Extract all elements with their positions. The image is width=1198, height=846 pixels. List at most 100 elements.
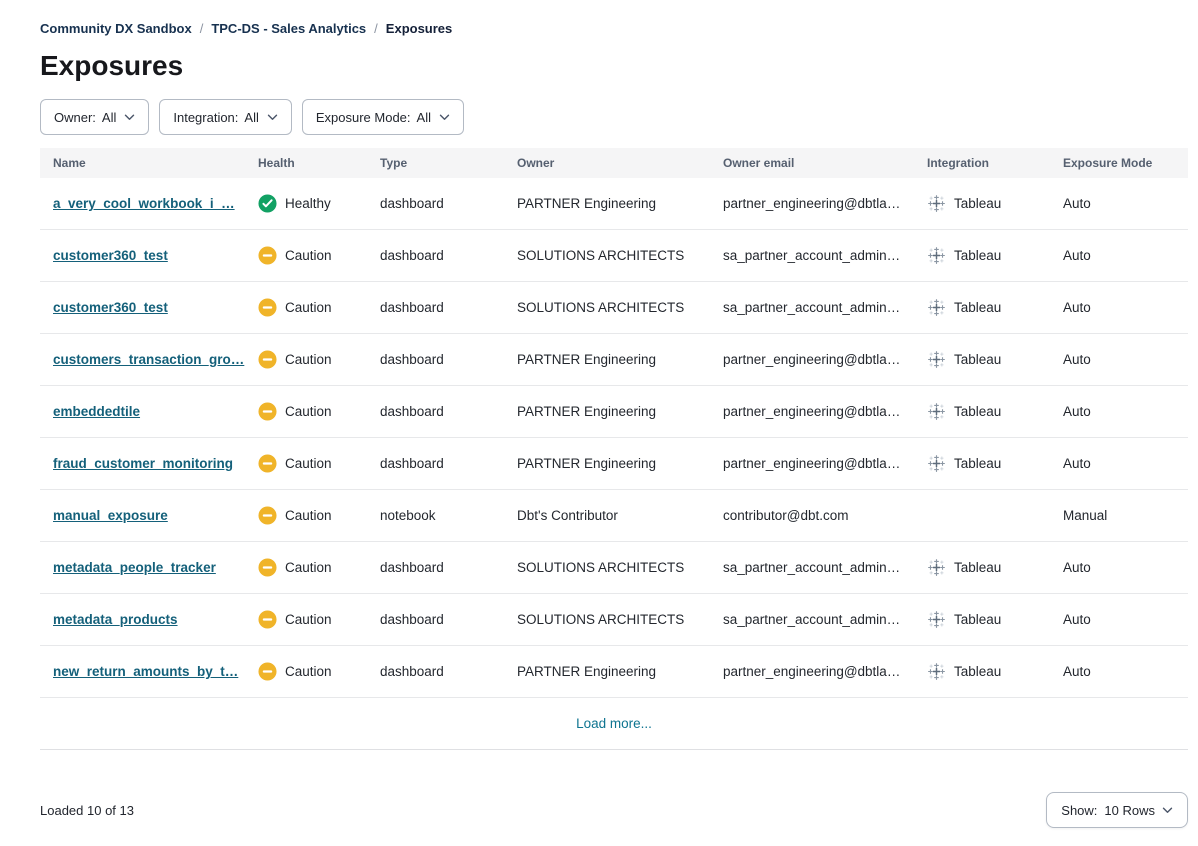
table-row: customer360_test Caution dashboard SOLUT… bbox=[40, 230, 1188, 282]
caution-minus-icon bbox=[258, 402, 277, 421]
show-value: 10 Rows bbox=[1104, 803, 1155, 818]
exposure-name-link[interactable]: embeddedtile bbox=[53, 404, 140, 419]
caution-minus-icon bbox=[258, 662, 277, 681]
exposure-name-link[interactable]: metadata_people_tracker bbox=[53, 560, 216, 575]
loaded-count: Loaded 10 of 13 bbox=[40, 803, 134, 818]
health-label: Caution bbox=[285, 508, 332, 523]
column-header: Health bbox=[245, 156, 367, 170]
integration-label: Tableau bbox=[954, 664, 1001, 679]
exposure-mode-cell: Auto bbox=[1050, 664, 1188, 679]
owner-cell: Dbt's Contributor bbox=[504, 508, 710, 523]
type-cell: dashboard bbox=[367, 248, 504, 263]
exposure-name-link[interactable]: a_very_cool_workbook_i_… bbox=[53, 196, 235, 211]
owner-cell: SOLUTIONS ARCHITECTS bbox=[504, 560, 710, 575]
table-row: a_very_cool_workbook_i_… Healthy dashboa… bbox=[40, 178, 1188, 230]
type-cell: dashboard bbox=[367, 404, 504, 419]
caution-minus-icon bbox=[258, 350, 277, 369]
type-cell: dashboard bbox=[367, 612, 504, 627]
column-header: Integration bbox=[914, 156, 1050, 170]
health-label: Caution bbox=[285, 612, 332, 627]
breadcrumb-separator: / bbox=[200, 21, 204, 36]
owner-email-cell: partner_engineering@dbtla… bbox=[710, 404, 914, 419]
owner-email-cell: partner_engineering@dbtla… bbox=[710, 664, 914, 679]
chevron-down-icon bbox=[124, 114, 135, 121]
type-cell: dashboard bbox=[367, 456, 504, 471]
filters-bar: Owner: All Integration: All Exposure Mod… bbox=[40, 99, 1188, 135]
exposures-page: Community DX Sandbox / TPC-DS - Sales Anal… bbox=[40, 0, 1188, 828]
filter-label: Exposure Mode: bbox=[316, 110, 411, 125]
exposure-mode-cell: Manual bbox=[1050, 508, 1188, 523]
caution-minus-icon bbox=[258, 246, 277, 265]
breadcrumb-item[interactable]: Community DX Sandbox bbox=[40, 21, 192, 36]
health-label: Healthy bbox=[285, 196, 331, 211]
healthy-check-icon bbox=[258, 194, 277, 213]
table-row: metadata_products Caution dashboard SOLU… bbox=[40, 594, 1188, 646]
exposure-name-link[interactable]: manual_exposure bbox=[53, 508, 168, 523]
exposure-name-link[interactable]: customer360_test bbox=[53, 248, 168, 263]
integration-cell: Tableau bbox=[914, 194, 1050, 213]
type-cell: dashboard bbox=[367, 352, 504, 367]
health-label: Caution bbox=[285, 404, 332, 419]
filter-integration-dropdown[interactable]: Integration: All bbox=[159, 99, 292, 135]
integration-cell: Tableau bbox=[914, 610, 1050, 629]
health-label: Caution bbox=[285, 248, 332, 263]
tableau-icon bbox=[927, 402, 946, 421]
filter-exposure-mode-dropdown[interactable]: Exposure Mode: All bbox=[302, 99, 464, 135]
integration-label: Tableau bbox=[954, 404, 1001, 419]
exposure-mode-cell: Auto bbox=[1050, 560, 1188, 575]
table-row: metadata_people_tracker Caution dashboar… bbox=[40, 542, 1188, 594]
tableau-icon bbox=[927, 558, 946, 577]
column-header: Exposure Mode bbox=[1050, 156, 1188, 170]
exposure-name-link[interactable]: customer360_test bbox=[53, 300, 168, 315]
integration-cell: Tableau bbox=[914, 402, 1050, 421]
filter-owner-dropdown[interactable]: Owner: All bbox=[40, 99, 149, 135]
exposure-name-link[interactable]: metadata_products bbox=[53, 612, 178, 627]
caution-minus-icon bbox=[258, 558, 277, 577]
exposure-mode-cell: Auto bbox=[1050, 352, 1188, 367]
owner-cell: PARTNER Engineering bbox=[504, 456, 710, 471]
caution-minus-icon bbox=[258, 298, 277, 317]
load-more-link[interactable]: Load more... bbox=[576, 716, 652, 731]
integration-label: Tableau bbox=[954, 612, 1001, 627]
integration-cell: Tableau bbox=[914, 662, 1050, 681]
breadcrumb-item[interactable]: TPC-DS - Sales Analytics bbox=[211, 21, 366, 36]
column-header: Owner bbox=[504, 156, 710, 170]
column-header: Owner email bbox=[710, 156, 914, 170]
column-header: Type bbox=[367, 156, 504, 170]
health-label: Caution bbox=[285, 560, 332, 575]
exposure-name-link[interactable]: new_return_amounts_by_t… bbox=[53, 664, 238, 679]
chevron-down-icon bbox=[267, 114, 278, 121]
exposure-name-link[interactable]: fraud_customer_monitoring bbox=[53, 456, 233, 471]
integration-cell: Tableau bbox=[914, 454, 1050, 473]
footer-bar: Loaded 10 of 13 Show: 10 Rows bbox=[40, 792, 1188, 828]
owner-email-cell: sa_partner_account_admin… bbox=[710, 300, 914, 315]
owner-email-cell: contributor@dbt.com bbox=[710, 508, 914, 523]
tableau-icon bbox=[927, 246, 946, 265]
exposure-mode-cell: Auto bbox=[1050, 456, 1188, 471]
filter-value: All bbox=[417, 110, 431, 125]
chevron-down-icon bbox=[439, 114, 450, 121]
caution-minus-icon bbox=[258, 454, 277, 473]
owner-cell: SOLUTIONS ARCHITECTS bbox=[504, 612, 710, 627]
show-rows-dropdown[interactable]: Show: 10 Rows bbox=[1046, 792, 1188, 828]
integration-cell: Tableau bbox=[914, 298, 1050, 317]
owner-cell: SOLUTIONS ARCHITECTS bbox=[504, 248, 710, 263]
health-label: Caution bbox=[285, 352, 332, 367]
exposure-name-link[interactable]: customers_transaction_gro… bbox=[53, 352, 244, 367]
owner-cell: PARTNER Engineering bbox=[504, 196, 710, 211]
table-header-row: NameHealthTypeOwnerOwner emailIntegratio… bbox=[40, 148, 1188, 178]
integration-label: Tableau bbox=[954, 300, 1001, 315]
tableau-icon bbox=[927, 194, 946, 213]
owner-cell: PARTNER Engineering bbox=[504, 352, 710, 367]
filter-label: Integration: bbox=[173, 110, 238, 125]
table-row: new_return_amounts_by_t… Caution dashboa… bbox=[40, 646, 1188, 698]
breadcrumb-item: Exposures bbox=[386, 21, 452, 36]
filter-label: Owner: bbox=[54, 110, 96, 125]
load-more-row: Load more... bbox=[40, 698, 1188, 750]
owner-email-cell: sa_partner_account_admin… bbox=[710, 612, 914, 627]
tableau-icon bbox=[927, 298, 946, 317]
integration-label: Tableau bbox=[954, 560, 1001, 575]
type-cell: notebook bbox=[367, 508, 504, 523]
breadcrumb-separator: / bbox=[374, 21, 378, 36]
type-cell: dashboard bbox=[367, 664, 504, 679]
